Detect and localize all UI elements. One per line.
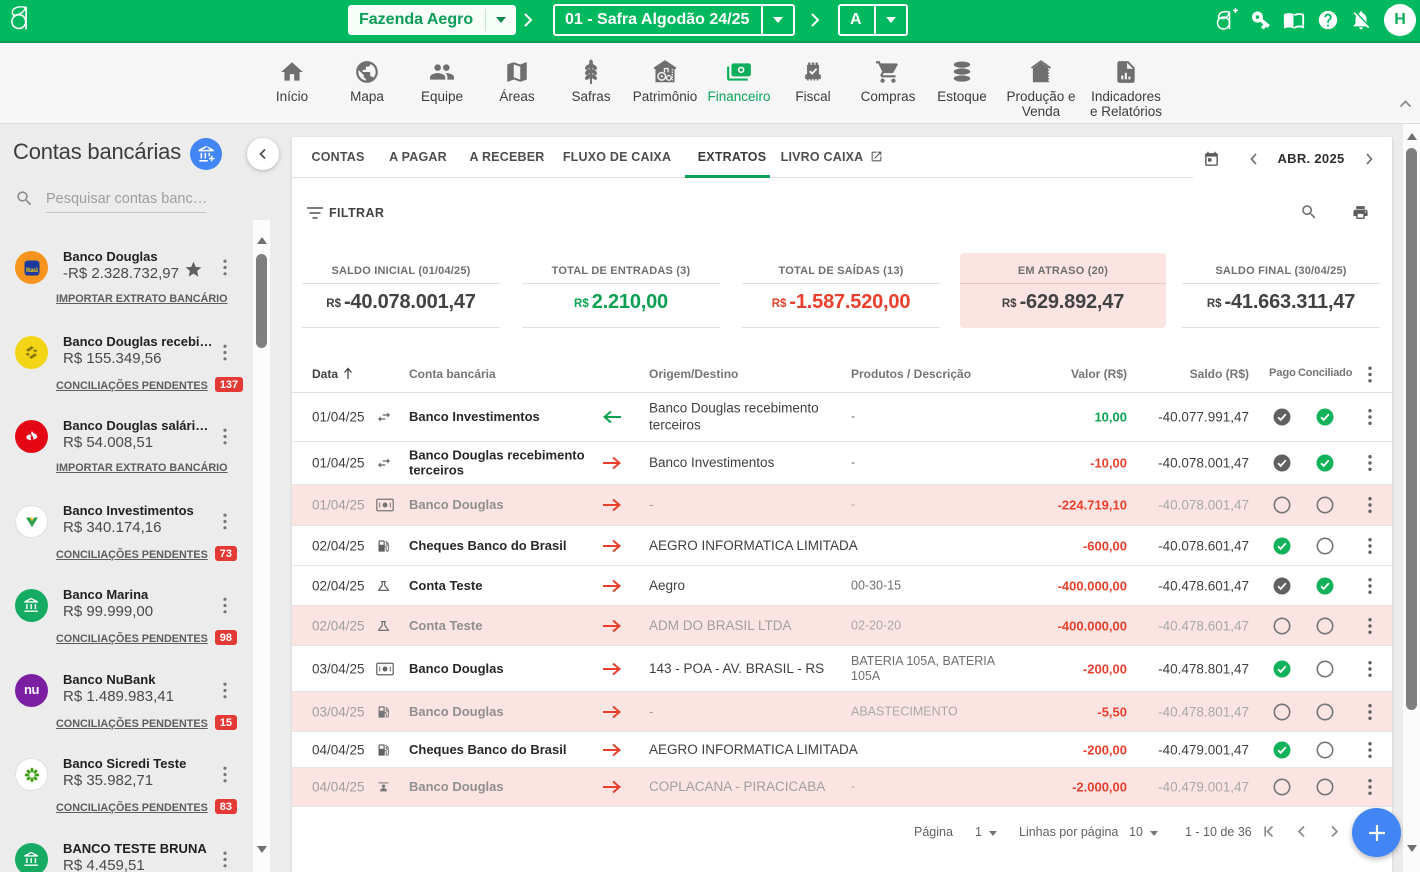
- svg-text:Itaú: Itaú: [25, 267, 37, 274]
